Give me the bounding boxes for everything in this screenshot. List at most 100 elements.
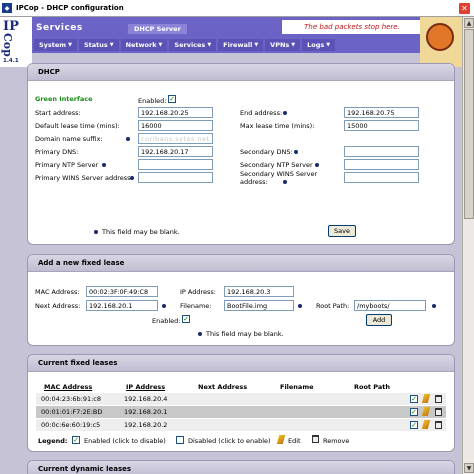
root-path-field[interactable]: /myboots/ xyxy=(354,300,426,311)
chevron-down-icon: ▼ xyxy=(326,42,331,48)
trash-icon[interactable] xyxy=(435,421,442,429)
mac-address-label: MAC Address: xyxy=(35,288,80,296)
default-lease-label: Default lease time (mins): xyxy=(35,122,120,130)
trash-icon[interactable] xyxy=(435,395,442,403)
nav-system[interactable]: System ▼ xyxy=(34,39,77,51)
required-dot-icon xyxy=(102,163,106,167)
trash-icon[interactable] xyxy=(435,408,442,416)
secondary-dns-field[interactable] xyxy=(344,146,419,157)
row-ip: 192.168.20.2 xyxy=(124,421,168,429)
nav-network[interactable]: Network ▼ xyxy=(120,39,168,51)
max-lease-label: Max lease time (mins): xyxy=(240,122,315,130)
scrollbar-thumb[interactable] xyxy=(464,29,474,219)
enabled-checkbox[interactable]: ✓ xyxy=(168,95,176,103)
nav-label: Services xyxy=(174,41,206,49)
row-ip: 192.168.20.4 xyxy=(124,395,168,403)
ipcop-logo: IP Cop 1.4.1 xyxy=(0,17,32,67)
chevron-down-icon: ▼ xyxy=(158,42,163,48)
required-dot-icon xyxy=(94,230,98,234)
add-fixed-lease-panel: Add a new fixed lease MAC Address: 00:02… xyxy=(27,254,455,346)
secondary-wins-field[interactable] xyxy=(344,172,419,183)
required-dot-icon xyxy=(294,150,298,154)
section-title: Services xyxy=(36,23,83,33)
add-button[interactable]: Add xyxy=(366,314,392,326)
vertical-scrollbar[interactable]: ▲ ▼ xyxy=(462,17,474,474)
default-lease-field[interactable]: 16000 xyxy=(138,120,213,131)
app-icon: ◆ xyxy=(2,3,12,13)
mascot-image xyxy=(420,17,462,67)
nav-vpns[interactable]: VPNs ▼ xyxy=(265,39,301,51)
panel-title: Add a new fixed lease xyxy=(28,255,454,272)
required-dot-icon xyxy=(283,180,287,184)
green-interface-label: Green Interface xyxy=(35,95,93,103)
start-address-field[interactable]: 192.168.20.25 xyxy=(138,107,213,118)
ip-address-field[interactable]: 192.168.20.3 xyxy=(224,286,294,297)
primary-dns-label: Primary DNS: xyxy=(35,148,79,156)
col-filename: Filename xyxy=(280,383,314,391)
scroll-up-icon[interactable]: ▲ xyxy=(464,18,474,28)
ip-address-label: IP Address: xyxy=(180,288,216,296)
panel-title: DHCP xyxy=(28,64,454,81)
save-button[interactable]: Save xyxy=(328,225,356,237)
dhcp-panel: DHCP Green Interface Enabled: ✓ Start ad… xyxy=(27,63,455,245)
subtab-dhcp[interactable]: DHCP Server xyxy=(128,24,187,34)
next-address-field[interactable]: 192.168.20.1 xyxy=(86,300,158,311)
legend-disabled-icon xyxy=(176,436,184,444)
filename-field[interactable]: BootFile.img xyxy=(224,300,294,311)
nav-label: Logs xyxy=(307,41,325,49)
col-ip-address[interactable]: IP Address xyxy=(126,383,165,391)
table-row: 00:04:23:6b:91:c8 192.168.20.4 ✓ xyxy=(36,393,446,405)
col-root-path: Root Path xyxy=(354,383,391,391)
edit-icon[interactable] xyxy=(421,407,431,416)
primary-wins-field[interactable] xyxy=(138,172,213,183)
table-row: 00:01:01:F7:2E:BD 192.168.20.1 ✓ xyxy=(36,406,446,418)
nav-label: VPNs xyxy=(270,41,290,49)
nav-services[interactable]: Services ▼ xyxy=(169,39,217,51)
domain-field[interactable]: coribans.sytes.net xyxy=(138,133,213,144)
legend-enabled-text: Enabled (click to disable) xyxy=(84,437,166,445)
chevron-down-icon: ▼ xyxy=(254,42,259,48)
close-icon[interactable]: ✕ xyxy=(459,3,470,14)
nav-status[interactable]: Status ▼ xyxy=(78,39,119,51)
primary-dns-field[interactable]: 192.168.20.17 xyxy=(138,146,213,157)
primary-ntp-field[interactable] xyxy=(138,159,213,170)
enabled-toggle-icon[interactable]: ✓ xyxy=(410,421,418,429)
blank-note: This field may be blank. xyxy=(102,228,180,236)
required-dot-icon xyxy=(162,304,166,308)
logo-version: 1.4.1 xyxy=(3,58,19,64)
mac-address-field[interactable]: 00:02:3F:0F:49:C8 xyxy=(86,286,158,297)
fixed-enabled-label: Enabled: xyxy=(152,317,181,325)
legend-remove-text: Remove xyxy=(323,437,350,445)
required-dot-icon xyxy=(130,176,134,180)
legend-trash-icon xyxy=(312,435,319,443)
main-nav: System ▼ Status ▼ Network ▼ Services ▼ Firew… xyxy=(32,39,420,51)
fixed-enabled-checkbox[interactable]: ✓ xyxy=(182,315,190,323)
required-dot-icon xyxy=(315,163,319,167)
legend-disabled-text: Disabled (click to enable) xyxy=(188,437,271,445)
root-path-label: Root Path: xyxy=(316,302,350,310)
blank-note: This field may be blank. xyxy=(206,330,284,338)
enabled-toggle-icon[interactable]: ✓ xyxy=(410,408,418,416)
end-address-label: End address: xyxy=(240,109,283,117)
panel-title: Current fixed leases xyxy=(28,355,454,372)
max-lease-field[interactable]: 15000 xyxy=(344,120,419,131)
current-dynamic-leases-panel: Current dynamic leases xyxy=(27,460,455,474)
col-mac-address[interactable]: MAC Address xyxy=(44,383,92,391)
required-dot-icon xyxy=(283,111,287,115)
scroll-down-icon[interactable]: ▼ xyxy=(464,463,474,473)
row-mac: 00:0c:6e:60:19:c5 xyxy=(41,421,101,429)
edit-icon[interactable] xyxy=(421,420,431,429)
secondary-dns-label: Secondary DNS: xyxy=(240,148,293,156)
nav-logs[interactable]: Logs ▼ xyxy=(302,39,336,51)
window-titlebar: ◆ IPCop - DHCP configuration ✕ xyxy=(0,0,474,17)
secondary-ntp-field[interactable] xyxy=(344,159,419,170)
legend-enabled-icon: ✓ xyxy=(72,436,80,444)
enabled-toggle-icon[interactable]: ✓ xyxy=(410,395,418,403)
nav-label: System xyxy=(39,41,67,49)
legend-edit-icon xyxy=(276,435,286,444)
end-address-field[interactable]: 192.168.20.75 xyxy=(344,107,419,118)
edit-icon[interactable] xyxy=(421,394,431,403)
primary-ntp-label: Primary NTP Server xyxy=(35,161,99,169)
panel-title: Current dynamic leases xyxy=(28,461,454,474)
nav-firewall[interactable]: Firewall ▼ xyxy=(218,39,264,51)
